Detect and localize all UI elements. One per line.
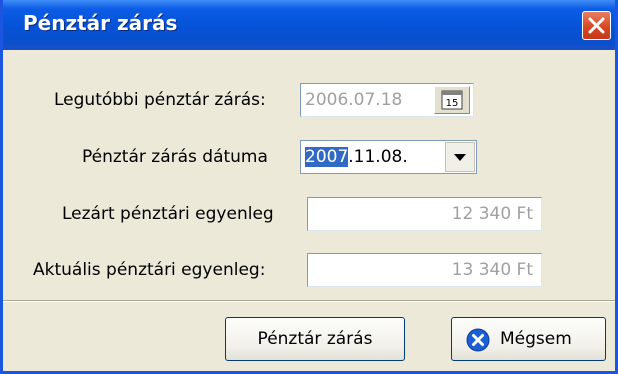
svg-text:15: 15 bbox=[446, 98, 459, 109]
last-closing-label: Legutóbbi pénztár zárás: bbox=[54, 90, 266, 110]
current-balance-field: 13 340 Ft bbox=[307, 253, 542, 287]
cancel-icon bbox=[466, 328, 490, 352]
last-closing-value: 2006.07.18 bbox=[305, 90, 403, 110]
closing-date-value[interactable]: 2007.11.08. bbox=[305, 147, 408, 167]
current-balance-value: 13 340 Ft bbox=[451, 260, 533, 280]
calendar-button[interactable]: 15 bbox=[434, 86, 470, 114]
closed-balance-field: 12 340 Ft bbox=[307, 197, 542, 231]
calendar-icon: 15 bbox=[441, 90, 463, 110]
title-bar[interactable]: Pénztár zárás bbox=[3, 0, 615, 50]
close-icon bbox=[588, 17, 605, 34]
closing-date-label: Pénztár zárás dátuma bbox=[82, 147, 268, 167]
closed-balance-label: Lezárt pénztári egyenleg bbox=[62, 204, 274, 224]
close-cash-button-label: Pénztár zárás bbox=[257, 329, 373, 349]
dialog-window: Pénztár zárás Legutóbbi pénztár zárás: 2… bbox=[0, 0, 618, 374]
closing-date-rest: .11.08. bbox=[348, 147, 408, 167]
closed-balance-value: 12 340 Ft bbox=[451, 204, 533, 224]
window-title: Pénztár zárás bbox=[23, 11, 178, 35]
button-separator bbox=[3, 300, 615, 302]
chevron-down-icon bbox=[454, 154, 466, 161]
cancel-button[interactable]: Mégsem bbox=[451, 317, 606, 361]
cancel-button-label: Mégsem bbox=[500, 329, 572, 349]
closing-date-dropdown-button[interactable] bbox=[445, 142, 475, 172]
close-cash-button[interactable]: Pénztár zárás bbox=[225, 317, 405, 361]
current-balance-label: Aktuális pénztári egyenleg: bbox=[33, 260, 266, 280]
closing-date-selected-year: 2007 bbox=[305, 147, 349, 167]
closing-date-picker[interactable]: 2007.11.08. bbox=[300, 140, 477, 174]
close-window-button[interactable] bbox=[582, 11, 611, 40]
